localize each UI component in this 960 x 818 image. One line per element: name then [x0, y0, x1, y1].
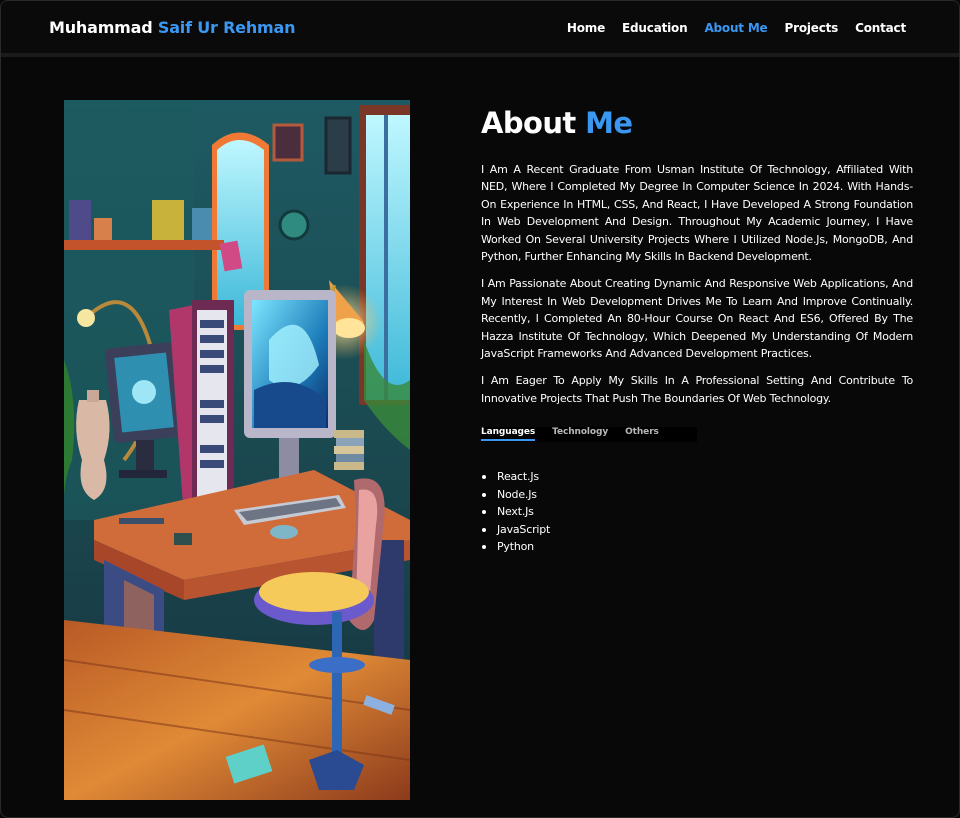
tab-technology[interactable]: Technology [552, 427, 608, 439]
about-paragraph-1: I Am A Recent Graduate From Usman Instit… [481, 163, 913, 264]
brand-logo[interactable]: Muhammad Saif Ur Rehman [49, 18, 295, 37]
about-section: About Me I Am A Recent Graduate From Usm… [481, 104, 913, 556]
about-paragraph-3: I Am Eager To Apply My Skills In A Profe… [481, 374, 913, 405]
nav-projects[interactable]: Projects [785, 21, 839, 35]
nav-education[interactable]: Education [622, 21, 688, 35]
list-item: React.Js [481, 468, 913, 486]
list-item: Next.Js [481, 503, 913, 521]
tab-languages[interactable]: Languages [481, 427, 535, 442]
nav-home[interactable]: Home [567, 21, 605, 35]
nav-links: Home Education About Me Projects Contact [567, 21, 906, 35]
browser-viewport: Muhammad Saif Ur Rehman Home Education A… [0, 0, 960, 818]
list-item: JavaScript [481, 521, 913, 539]
title-highlight: Me [585, 106, 633, 140]
about-paragraph-2: I Am Passionate About Creating Dynamic A… [481, 277, 913, 361]
nav-contact[interactable]: Contact [855, 21, 906, 35]
page-title: About Me [481, 104, 913, 142]
skills-list: React.Js Node.Js Next.Js JavaScript Pyth… [481, 468, 913, 556]
title-plain: About [481, 106, 576, 140]
nav-about-me[interactable]: About Me [704, 21, 767, 35]
brand-highlight-name: Saif Ur Rehman [157, 18, 296, 37]
list-item: Node.Js [481, 486, 913, 504]
brand-first-name: Muhammad [49, 18, 153, 37]
tab-others[interactable]: Others [625, 427, 659, 439]
about-illustration [64, 100, 410, 800]
skills-tab-bar: Languages Technology Others [481, 427, 697, 443]
list-item: Python [481, 538, 913, 556]
navbar: Muhammad Saif Ur Rehman Home Education A… [1, 1, 959, 57]
